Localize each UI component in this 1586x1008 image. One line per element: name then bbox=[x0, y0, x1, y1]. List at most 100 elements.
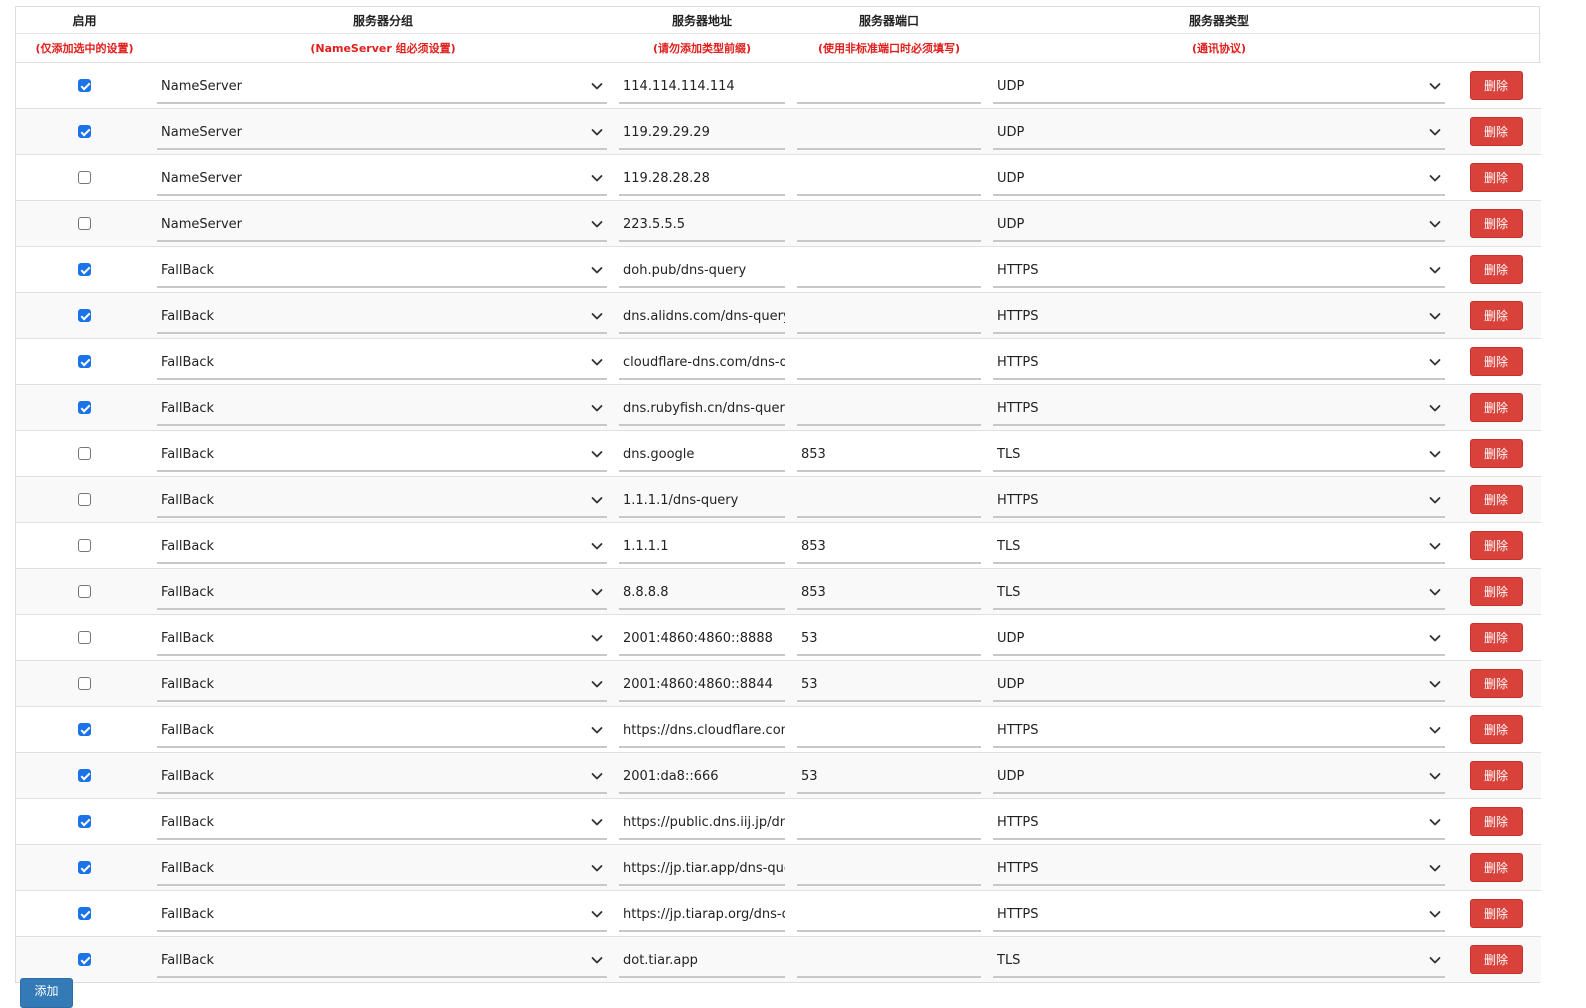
enable-checkbox[interactable] bbox=[78, 447, 91, 460]
delete-button[interactable]: 删除 bbox=[1469, 163, 1523, 192]
group-select[interactable]: FallBack bbox=[157, 670, 607, 702]
add-button[interactable]: 添加 bbox=[20, 978, 73, 1008]
type-select[interactable]: TLS bbox=[993, 578, 1445, 610]
port-input[interactable] bbox=[797, 348, 981, 380]
enable-checkbox[interactable] bbox=[78, 263, 91, 276]
type-select[interactable]: UDP bbox=[993, 670, 1445, 702]
type-select[interactable]: UDP bbox=[993, 762, 1445, 794]
delete-button[interactable]: 删除 bbox=[1469, 761, 1523, 790]
delete-button[interactable]: 删除 bbox=[1469, 623, 1523, 652]
type-select[interactable]: HTTPS bbox=[993, 900, 1445, 932]
type-select[interactable]: HTTPS bbox=[993, 486, 1445, 518]
enable-checkbox[interactable] bbox=[78, 677, 91, 690]
address-input[interactable]: dot.tiar.app bbox=[619, 946, 785, 978]
enable-checkbox[interactable] bbox=[78, 539, 91, 552]
address-input[interactable]: dns.google bbox=[619, 440, 785, 472]
address-input[interactable]: 8.8.8.8 bbox=[619, 578, 785, 610]
group-select[interactable]: FallBack bbox=[157, 900, 607, 932]
delete-button[interactable]: 删除 bbox=[1469, 669, 1523, 698]
enable-checkbox[interactable] bbox=[78, 907, 91, 920]
group-select[interactable]: FallBack bbox=[157, 854, 607, 886]
type-select[interactable]: HTTPS bbox=[993, 716, 1445, 748]
port-input[interactable] bbox=[797, 118, 981, 150]
group-select[interactable]: FallBack bbox=[157, 394, 607, 426]
enable-checkbox[interactable] bbox=[78, 815, 91, 828]
address-input[interactable]: doh.pub/dns-query bbox=[619, 256, 785, 288]
enable-checkbox[interactable] bbox=[78, 585, 91, 598]
delete-button[interactable]: 删除 bbox=[1469, 531, 1523, 560]
port-input[interactable]: 53 bbox=[797, 624, 981, 656]
port-input[interactable] bbox=[797, 302, 981, 334]
group-select[interactable]: NameServer bbox=[157, 164, 607, 196]
port-input[interactable] bbox=[797, 394, 981, 426]
type-select[interactable]: HTTPS bbox=[993, 854, 1445, 886]
address-input[interactable]: 119.29.29.29 bbox=[619, 118, 785, 150]
port-input[interactable] bbox=[797, 210, 981, 242]
delete-button[interactable]: 删除 bbox=[1469, 117, 1523, 146]
type-select[interactable]: TLS bbox=[993, 946, 1445, 978]
port-input[interactable]: 53 bbox=[797, 670, 981, 702]
enable-checkbox[interactable] bbox=[78, 769, 91, 782]
group-select[interactable]: NameServer bbox=[157, 210, 607, 242]
delete-button[interactable]: 删除 bbox=[1469, 945, 1523, 974]
type-select[interactable]: HTTPS bbox=[993, 302, 1445, 334]
group-select[interactable]: FallBack bbox=[157, 946, 607, 978]
delete-button[interactable]: 删除 bbox=[1469, 71, 1523, 100]
delete-button[interactable]: 删除 bbox=[1469, 255, 1523, 284]
group-select[interactable]: NameServer bbox=[157, 118, 607, 150]
type-select[interactable]: UDP bbox=[993, 164, 1445, 196]
delete-button[interactable]: 删除 bbox=[1469, 301, 1523, 330]
group-select[interactable]: FallBack bbox=[157, 624, 607, 656]
group-select[interactable]: FallBack bbox=[157, 348, 607, 380]
port-input[interactable] bbox=[797, 946, 981, 978]
delete-button[interactable]: 删除 bbox=[1469, 853, 1523, 882]
enable-checkbox[interactable] bbox=[78, 309, 91, 322]
type-select[interactable]: UDP bbox=[993, 624, 1445, 656]
type-select[interactable]: HTTPS bbox=[993, 256, 1445, 288]
type-select[interactable]: HTTPS bbox=[993, 808, 1445, 840]
delete-button[interactable]: 删除 bbox=[1469, 485, 1523, 514]
enable-checkbox[interactable] bbox=[78, 493, 91, 506]
port-input[interactable] bbox=[797, 808, 981, 840]
type-select[interactable]: TLS bbox=[993, 440, 1445, 472]
address-input[interactable]: 1.1.1.1/dns-query bbox=[619, 486, 785, 518]
address-input[interactable]: 114.114.114.114 bbox=[619, 72, 785, 104]
group-select[interactable]: FallBack bbox=[157, 578, 607, 610]
address-input[interactable]: dns.alidns.com/dns-query bbox=[619, 302, 785, 334]
group-select[interactable]: NameServer bbox=[157, 72, 607, 104]
port-input[interactable] bbox=[797, 72, 981, 104]
group-select[interactable]: FallBack bbox=[157, 808, 607, 840]
port-input[interactable] bbox=[797, 486, 981, 518]
delete-button[interactable]: 删除 bbox=[1469, 393, 1523, 422]
address-input[interactable]: dns.rubyfish.cn/dns-query bbox=[619, 394, 785, 426]
group-select[interactable]: FallBack bbox=[157, 762, 607, 794]
port-input[interactable]: 53 bbox=[797, 762, 981, 794]
port-input[interactable] bbox=[797, 716, 981, 748]
address-input[interactable]: 2001:da8::666 bbox=[619, 762, 785, 794]
type-select[interactable]: TLS bbox=[993, 532, 1445, 564]
enable-checkbox[interactable] bbox=[78, 217, 91, 230]
address-input[interactable]: https://public.dns.iij.jp/dns-query bbox=[619, 808, 785, 840]
type-select[interactable]: UDP bbox=[993, 118, 1445, 150]
type-select[interactable]: UDP bbox=[993, 72, 1445, 104]
group-select[interactable]: FallBack bbox=[157, 256, 607, 288]
type-select[interactable]: HTTPS bbox=[993, 348, 1445, 380]
port-input[interactable] bbox=[797, 900, 981, 932]
delete-button[interactable]: 删除 bbox=[1469, 209, 1523, 238]
enable-checkbox[interactable] bbox=[78, 723, 91, 736]
address-input[interactable]: https://jp.tiarap.org/dns-query bbox=[619, 900, 785, 932]
enable-checkbox[interactable] bbox=[78, 631, 91, 644]
group-select[interactable]: FallBack bbox=[157, 486, 607, 518]
port-input[interactable]: 853 bbox=[797, 532, 981, 564]
type-select[interactable]: HTTPS bbox=[993, 394, 1445, 426]
enable-checkbox[interactable] bbox=[78, 79, 91, 92]
enable-checkbox[interactable] bbox=[78, 401, 91, 414]
delete-button[interactable]: 删除 bbox=[1469, 439, 1523, 468]
enable-checkbox[interactable] bbox=[78, 171, 91, 184]
address-input[interactable]: 223.5.5.5 bbox=[619, 210, 785, 242]
address-input[interactable]: cloudflare-dns.com/dns-query bbox=[619, 348, 785, 380]
port-input[interactable]: 853 bbox=[797, 440, 981, 472]
delete-button[interactable]: 删除 bbox=[1469, 715, 1523, 744]
address-input[interactable]: 2001:4860:4860::8844 bbox=[619, 670, 785, 702]
type-select[interactable]: UDP bbox=[993, 210, 1445, 242]
